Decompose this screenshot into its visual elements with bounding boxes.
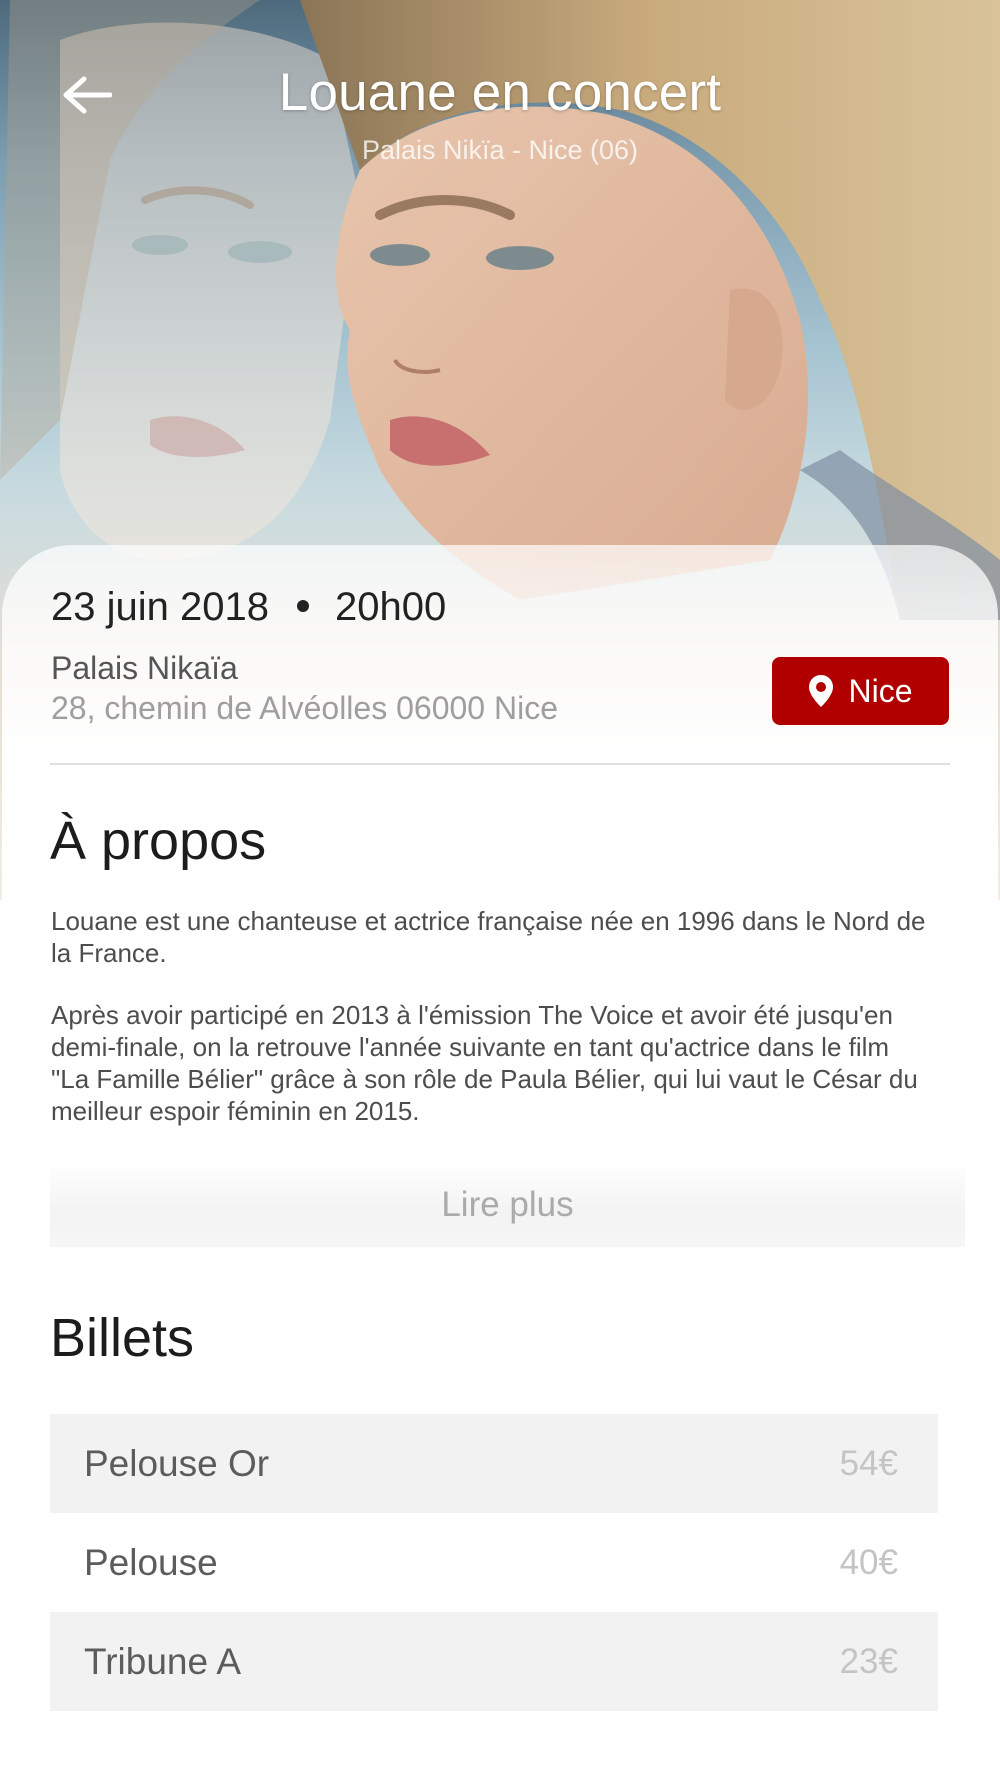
ticket-name: Pelouse Or — [84, 1442, 270, 1484]
event-time: 20h00 — [334, 585, 447, 629]
divider — [50, 763, 950, 765]
venue-name: Palais Nikaïa — [51, 650, 238, 686]
page-subtitle: Palais Nikïa - Nice (06) — [361, 135, 639, 165]
map-pin-icon — [809, 675, 834, 707]
read-more-button[interactable]: Lire plus — [50, 1162, 965, 1247]
ticket-price: 40€ — [839, 1542, 898, 1582]
ticket-name: Tribune A — [84, 1640, 241, 1682]
page-title: Louane en concert — [278, 63, 722, 122]
tickets-title: Billets — [50, 1308, 195, 1368]
venue-address: 28, chemin de Alvéolles 06000 Nice — [51, 690, 558, 726]
ticket-row[interactable]: Pelouse Or 54€ — [50, 1414, 938, 1513]
ticket-price: 23€ — [839, 1641, 898, 1681]
ticket-row[interactable]: Pelouse 40€ — [50, 1513, 938, 1612]
event-date: 23 juin 2018 — [51, 585, 269, 629]
ticket-list: Pelouse Or 54€ Pelouse 40€ Tribune A 23€ — [50, 1414, 938, 1711]
location-button-label: Nice — [848, 672, 913, 709]
about-title: À propos — [50, 811, 267, 871]
about-paragraph: Louane est une chanteuse et actrice fran… — [51, 906, 926, 968]
ticket-name: Pelouse — [84, 1541, 218, 1583]
separator-dot — [296, 600, 309, 613]
about-paragraph: Après avoir participé en 2013 à l'émissi… — [51, 1000, 918, 1126]
ticket-row[interactable]: Tribune A 23€ — [50, 1612, 938, 1711]
location-button[interactable]: Nice — [772, 657, 949, 725]
ticket-price: 54€ — [839, 1443, 898, 1483]
event-datetime: 23 juin 2018 20h00 — [51, 585, 446, 630]
